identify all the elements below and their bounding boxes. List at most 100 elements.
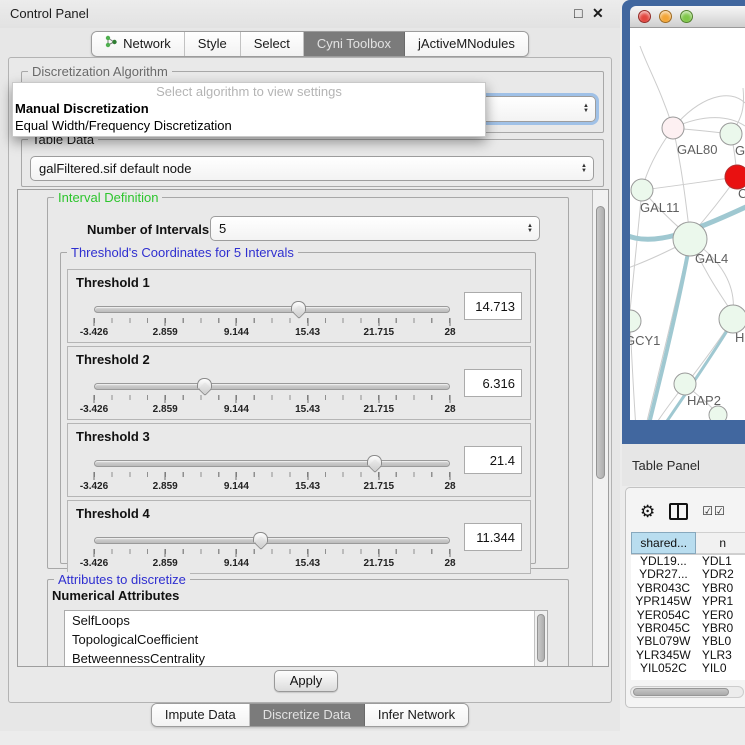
slider-scale-label: 21.715 [364,327,395,338]
threshold-4-value-field[interactable] [464,523,522,551]
table-row[interactable]: YDR27...YDR2 [631,568,745,581]
network-node[interactable] [720,123,742,145]
cell-shared-name[interactable]: YIL052C [631,662,696,675]
cell-name[interactable]: YBL0 [696,635,745,648]
vertical-scrollbar[interactable] [592,190,608,666]
dropdown-item-manual-discretization[interactable]: Manual Discretization [13,100,485,117]
slider-thumb[interactable] [291,301,306,312]
apply-button[interactable]: Apply [274,670,338,692]
threshold-3-slider[interactable] [94,460,450,467]
cell-name[interactable]: YLR3 [696,649,745,662]
threshold-1-slider[interactable] [94,306,450,313]
tab-network[interactable]: Network [92,32,185,56]
cell-shared-name[interactable]: YLR345W [631,649,696,662]
scrollbar-thumb[interactable] [537,614,545,662]
slider-ticks [94,318,450,327]
columns-icon[interactable] [669,503,688,520]
tab-discretize-data[interactable]: Discretize Data [250,704,365,726]
column-header-shared-name[interactable]: shared... [631,532,696,554]
network-nodes[interactable] [630,117,745,420]
table-data-combobox[interactable]: galFiltered.sif default node ▲▼ [30,156,594,181]
cell-shared-name[interactable]: YER054C [631,609,696,622]
table-row[interactable]: YBR045CYBR0 [631,622,745,635]
group-title: Threshold's Coordinates for 5 Intervals [67,245,298,260]
cell-shared-name[interactable]: YDL19... [631,555,696,568]
table-row[interactable]: YBR043CYBR0 [631,582,745,595]
table-row[interactable]: YBL079WYBL0 [631,635,745,648]
slider-scale-label: 21.715 [364,481,395,492]
attribute-list-item[interactable]: BetweennessCentrality [65,649,547,666]
slider-major-tick [378,395,379,403]
cell-shared-name[interactable]: YPR145W [631,595,696,608]
cell-shared-name[interactable]: YBR043C [631,582,696,595]
cell-shared-name[interactable]: YDR27... [631,568,696,581]
network-node[interactable] [630,310,641,332]
slider-thumb[interactable] [367,455,382,466]
network-node[interactable] [719,305,745,333]
tab-infer-network[interactable]: Infer Network [365,704,468,726]
slider-major-tick [236,318,237,326]
threshold-2-value-field[interactable] [464,369,522,397]
slider-scale-label: 9.144 [224,558,249,569]
threshold-label: Threshold 2 [76,352,150,367]
slider-scale-label: 9.144 [224,481,249,492]
scrollbar-thumb[interactable] [633,688,729,696]
dropdown-item-equal-width-frequency[interactable]: Equal Width/Frequency Discretization [13,117,485,134]
table-row[interactable]: YLR345WYLR3 [631,649,745,662]
slider-major-tick [307,318,308,326]
list-scrollbar[interactable] [534,611,547,666]
cell-shared-name[interactable]: YBL079W [631,635,696,648]
horizontal-scrollbar[interactable] [630,686,744,698]
column-header-name[interactable]: n [696,532,745,554]
threshold-2-slider[interactable] [94,383,450,390]
tab-impute-data[interactable]: Impute Data [152,704,250,726]
node-attribute-table[interactable]: shared... n YDL19...YDL1YDR27...YDR2YBR0… [631,532,745,680]
cell-name[interactable]: YPR1 [696,595,745,608]
table-row[interactable]: YER054CYER0 [631,609,745,622]
network-node[interactable] [662,117,684,139]
network-canvas[interactable]: GAL80GAGAL11CGAL4GCY1HHAP2 [630,28,745,420]
cell-name[interactable]: YER0 [696,609,745,622]
zoom-traffic-light[interactable] [680,10,693,23]
network-node-label: GA [735,143,745,158]
tab-style[interactable]: Style [185,32,241,56]
tab-cyni-toolbox[interactable]: Cyni Toolbox [304,32,405,56]
cell-name[interactable]: YBR0 [696,582,745,595]
close-traffic-light[interactable] [638,10,651,23]
tab-label: jActiveMNodules [418,32,515,56]
network-node[interactable] [709,406,727,420]
threshold-1-value-field[interactable] [464,292,522,320]
gear-icon[interactable]: ⚙ [640,503,655,520]
tab-label: Impute Data [165,704,236,726]
network-node-label: H [735,330,744,345]
network-node[interactable] [674,373,696,395]
cell-shared-name[interactable]: YBR045C [631,622,696,635]
slider-scale: -3.4262.8599.14415.4321.71528 [94,404,450,417]
slider-thumb[interactable] [197,378,212,389]
attribute-list-item[interactable]: TopologicalCoefficient [65,630,547,649]
table-body: YDL19...YDL1YDR27...YDR2YBR043CYBR0YPR14… [631,555,745,676]
tab-select[interactable]: Select [241,32,304,56]
attribute-list-item[interactable]: SelfLoops [65,611,547,630]
threshold-3-value-field[interactable] [464,446,522,474]
slider-thumb[interactable] [253,532,268,543]
cell-name[interactable]: YDL1 [696,555,745,568]
float-window-icon[interactable]: □ [574,5,582,21]
threshold-3-panel: Threshold 3 -3.4262.8599.14415.4321.7152… [67,423,531,497]
cell-name[interactable]: YBR0 [696,622,745,635]
table-header-row: shared... n [631,532,745,555]
cell-name[interactable]: YIL0 [696,662,745,675]
threshold-4-slider[interactable] [94,537,450,544]
number-of-intervals-combobox[interactable]: 5 ▲▼ [210,216,540,241]
checkbox-icons[interactable]: ☑☑ [702,504,726,518]
network-node[interactable] [631,179,653,201]
tab-jactivemnodules[interactable]: jActiveMNodules [405,32,528,56]
table-row[interactable]: YIL052CYIL0 [631,662,745,675]
minimize-traffic-light[interactable] [659,10,672,23]
numerical-attributes-list[interactable]: SelfLoopsTopologicalCoefficientBetweenne… [64,610,548,666]
table-row[interactable]: YDL19...YDL1 [631,555,745,568]
cell-name[interactable]: YDR2 [696,568,745,581]
table-row[interactable]: YPR145WYPR1 [631,595,745,608]
scrollbar-thumb[interactable] [596,206,605,479]
close-icon[interactable]: ✕ [592,5,604,22]
